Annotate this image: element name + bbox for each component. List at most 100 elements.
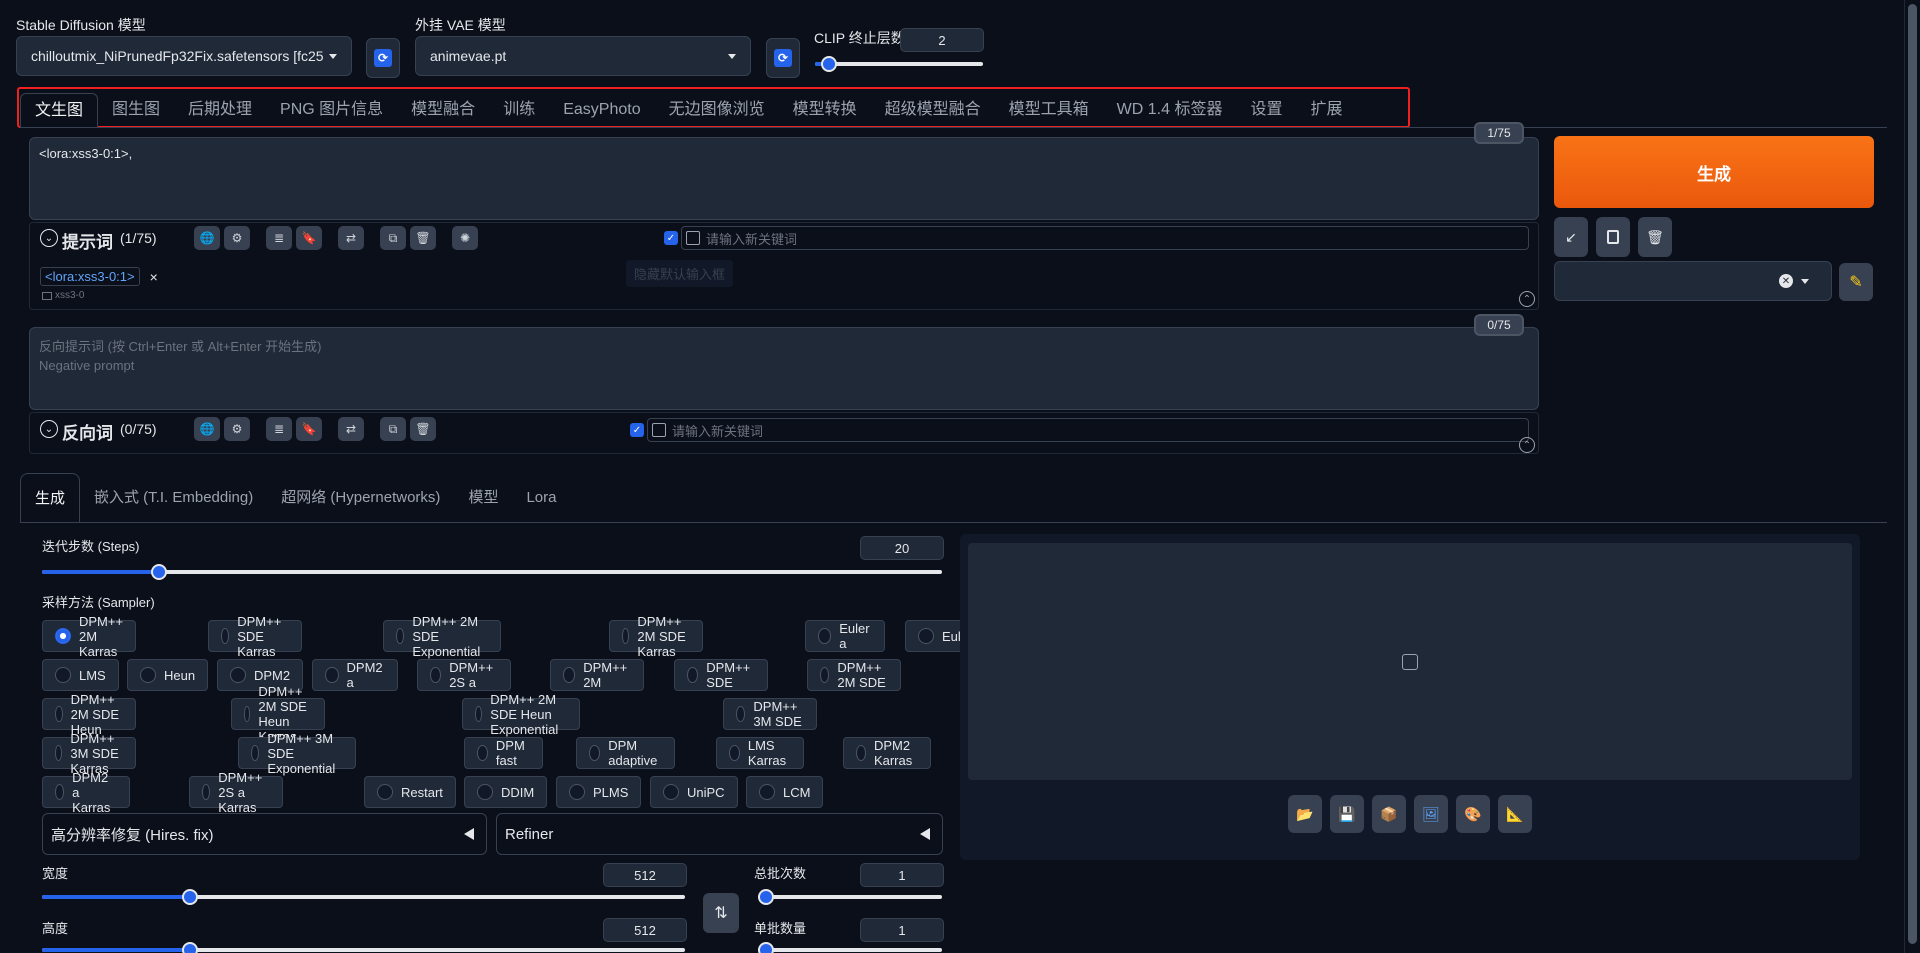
height-slider[interactable] [42, 942, 685, 953]
settings-tab-2[interactable]: 超网络 (Hypernetworks) [267, 473, 454, 523]
trash-icon[interactable]: 🗑 [410, 417, 436, 441]
batch-count-number-input[interactable]: 1 [860, 863, 944, 887]
sampler-option[interactable]: DPM++ 2M SDE Exponential [383, 614, 501, 659]
negative-keyword-checkbox[interactable]: ✓ [630, 423, 644, 437]
sampler-option[interactable]: Heun [127, 659, 209, 691]
clip-number-input[interactable]: 2 [900, 28, 984, 52]
prompt-keyword-input[interactable]: 请输入新关键词 [681, 226, 1529, 250]
tab-12[interactable]: 设置 [1236, 93, 1296, 127]
styles-dropdown[interactable]: ✕ [1554, 261, 1832, 301]
clear-icon[interactable]: ✕ [1779, 274, 1793, 288]
width-slider[interactable] [42, 889, 685, 905]
send-to-extras-icon[interactable]: 📐 [1498, 795, 1532, 833]
tab-2[interactable]: 后期处理 [174, 93, 266, 127]
negative-keyword-input[interactable]: 请输入新关键词 [647, 418, 1529, 442]
tab-0[interactable]: 文生图 [20, 93, 99, 127]
batch-size-number-input[interactable]: 1 [860, 918, 944, 942]
refiner-accordion[interactable]: Refiner [496, 813, 943, 855]
batch-size-slider-handle[interactable] [758, 942, 774, 953]
radio-icon[interactable] [325, 667, 339, 683]
sampler-option[interactable]: LCM [746, 776, 824, 808]
steps-number-input[interactable]: 20 [860, 536, 944, 560]
sampler-option[interactable]: DPM2 a [312, 659, 399, 691]
prompt-tag[interactable]: <lora:xss3-0:1> × [40, 266, 158, 287]
radio-icon[interactable] [244, 706, 251, 722]
translate-icon[interactable]: ⇄ [338, 226, 364, 250]
tab-9[interactable]: 超级模型融合 [871, 93, 995, 127]
trash-icon[interactable]: 🗑 [1638, 217, 1672, 257]
radio-icon[interactable] [55, 667, 71, 683]
sampler-option[interactable]: PLMS [556, 776, 642, 808]
globe-icon[interactable]: 🌐 [194, 417, 220, 441]
settings-tab-0[interactable]: 生成 [20, 473, 81, 523]
tab-1[interactable]: 图生图 [98, 93, 174, 127]
tab-5[interactable]: 训练 [489, 93, 549, 127]
zip-icon[interactable]: 📦 [1372, 795, 1406, 833]
sampler-option[interactable]: DPM++ 2M Karras [42, 614, 137, 659]
tab-11[interactable]: WD 1.4 标签器 [1103, 93, 1237, 127]
tab-10[interactable]: 模型工具箱 [995, 93, 1103, 127]
openai-icon[interactable]: ✺ [452, 226, 478, 250]
radio-icon[interactable] [759, 784, 775, 800]
radio-icon[interactable] [736, 706, 746, 722]
sampler-option[interactable]: DPM++ SDE [674, 659, 769, 691]
sampler-option[interactable]: DDIM [464, 776, 548, 808]
radio-icon[interactable] [477, 784, 493, 800]
steps-slider[interactable] [42, 564, 942, 580]
sampler-option[interactable]: DPM++ 2S a Karras [189, 770, 284, 815]
tab-6[interactable]: EasyPhoto [549, 93, 654, 127]
translate-icon[interactable]: ⇄ [338, 417, 364, 441]
refresh-sd-model-button[interactable]: ⟳ [366, 38, 400, 78]
radio-icon[interactable] [377, 784, 393, 800]
sampler-option[interactable]: Euler a [805, 620, 886, 652]
sampler-option[interactable]: DPM++ 2S a [417, 659, 512, 691]
copy-icon[interactable]: ⧉ [380, 226, 406, 250]
clip-slider-handle[interactable] [821, 56, 837, 72]
batch-count-slider[interactable] [758, 889, 942, 905]
sampler-option[interactable]: DPM++ 3M SDE [723, 698, 818, 730]
width-number-input[interactable]: 512 [603, 863, 687, 887]
radio-icon[interactable] [918, 628, 934, 644]
radio-icon[interactable] [856, 745, 866, 761]
sampler-option[interactable]: DPM++ 2M SDE Heun [42, 692, 137, 737]
hires-fix-accordion[interactable]: 高分辨率修复 (Hires. fix) [42, 813, 487, 855]
settings-tab-4[interactable]: Lora [512, 473, 570, 523]
radio-icon[interactable] [55, 784, 65, 800]
tab-8[interactable]: 模型转换 [779, 93, 871, 127]
trash-icon[interactable]: 🗑 [410, 226, 436, 250]
settings-tab-3[interactable]: 模型 [454, 473, 512, 523]
batch-size-slider[interactable] [758, 942, 942, 953]
sampler-option[interactable]: DPM++ 3M SDE Exponential [238, 731, 356, 776]
sd-model-dropdown[interactable]: chilloutmix_NiPrunedFp32Fix.safetensors … [16, 36, 352, 76]
chevron-down-icon[interactable]: ⌄ [40, 420, 58, 438]
steps-slider-handle[interactable] [151, 564, 167, 580]
gear-icon[interactable]: ⚙ [224, 226, 250, 250]
globe-icon[interactable]: 🌐 [194, 226, 220, 250]
radio-icon[interactable] [687, 667, 699, 683]
tab-13[interactable]: 扩展 [1296, 93, 1356, 127]
radio-icon[interactable] [55, 628, 71, 644]
radio-icon[interactable] [430, 667, 442, 683]
sampler-option[interactable]: Restart [364, 776, 456, 808]
width-slider-handle[interactable] [182, 889, 198, 905]
tab-7[interactable]: 无边图像浏览 [655, 93, 779, 127]
settings-tab-1[interactable]: 嵌入式 (T.I. Embedding) [80, 473, 267, 523]
radio-icon[interactable] [230, 667, 246, 683]
history-icon[interactable]: ≣ [266, 417, 292, 441]
sampler-option[interactable]: UniPC [650, 776, 738, 808]
radio-icon[interactable] [55, 706, 63, 722]
clipboard-icon[interactable] [1596, 217, 1630, 257]
sampler-option[interactable]: DPM fast [464, 737, 543, 769]
radio-icon[interactable] [202, 784, 211, 800]
sampler-option[interactable]: DPM++ SDE Karras [208, 614, 303, 659]
radio-icon[interactable] [477, 745, 488, 761]
radio-icon[interactable] [221, 628, 230, 644]
chevron-up-icon[interactable]: ⌃ [1519, 291, 1535, 307]
radio-icon[interactable] [820, 667, 830, 683]
tab-4[interactable]: 模型融合 [397, 93, 489, 127]
sampler-option[interactable]: LMS Karras [716, 737, 805, 769]
negative-prompt-textarea[interactable]: 反向提示词 (按 Ctrl+Enter 或 Alt+Enter 开始生成) Ne… [29, 327, 1539, 410]
sampler-option[interactable]: DPM2 a Karras [42, 770, 131, 815]
close-icon[interactable]: × [150, 269, 158, 285]
copy-icon[interactable]: ⧉ [380, 417, 406, 441]
